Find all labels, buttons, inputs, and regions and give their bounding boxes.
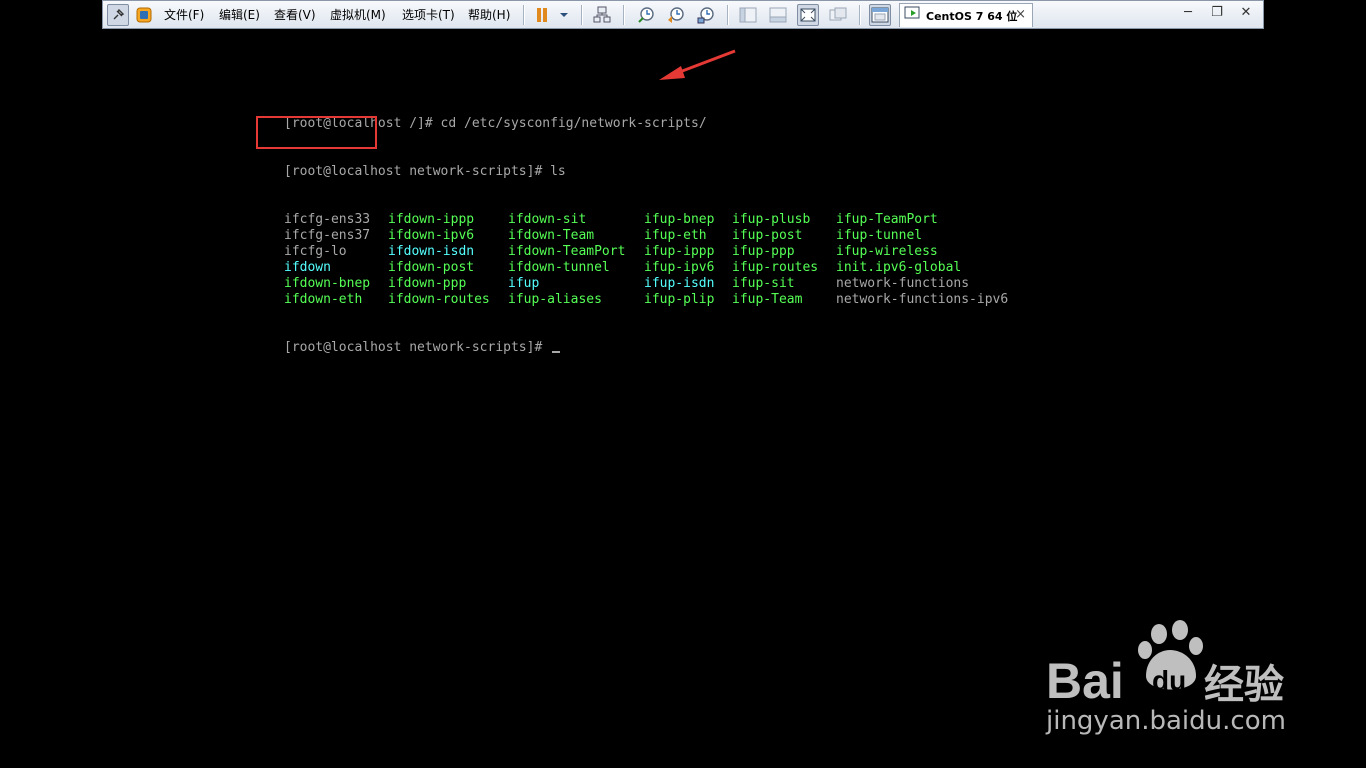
window-minimize-icon[interactable]: ─ <box>1179 5 1197 20</box>
vm-tab-label: CentOS 7 64 位 <box>926 9 1018 23</box>
watermark-du: du <box>1152 665 1186 696</box>
annotation-arrow-icon <box>655 48 739 88</box>
dropdown-arrow-icon[interactable] <box>553 4 575 26</box>
terminal-prompt: [root@localhost network-scripts]# <box>284 340 551 355</box>
vm-running-icon <box>904 6 922 26</box>
ls-entry: ifup-eth <box>644 228 707 243</box>
ls-row: ifcfg-ens37 ifdown-ipv6 ifdown-Team ifup-et… <box>284 228 922 244</box>
terminal-cursor <box>552 351 561 353</box>
ls-entry: ifup-post <box>732 228 803 243</box>
ls-row: ifdown-eth ifdown-routes ifup-aliases ifup-… <box>284 292 1008 308</box>
watermark-jingyan: 经验 <box>1204 662 1284 706</box>
toolbar-separator <box>523 5 525 25</box>
ls-entry: ifup-TeamPort <box>836 212 938 227</box>
menu-help[interactable]: 帮助(H) <box>468 6 510 23</box>
snapshot-icon[interactable] <box>635 4 657 26</box>
fullscreen-icon[interactable] <box>797 4 819 26</box>
ls-entry: ifdown-post <box>388 260 475 275</box>
menu-file[interactable]: 文件(F) <box>164 6 204 23</box>
ls-entry: ifup-plip <box>644 292 715 307</box>
ls-entry: ifup-Team <box>732 292 803 307</box>
ls-row: ifdown-bnep ifdown-ppp ifup ifup-isdn ifup-s… <box>284 276 969 292</box>
watermark-bai: Bai <box>1046 653 1124 706</box>
ls-entry: ifcfg-ens37 <box>284 228 371 243</box>
window-close-icon[interactable]: ✕ <box>1237 5 1255 20</box>
ls-entry: ifdown-routes <box>388 292 490 307</box>
ls-entry: ifdown-ipv6 <box>388 228 475 243</box>
ls-entry: ifdown-eth <box>284 292 363 307</box>
ls-row: ifdown ifdown-post ifdown-tunnel ifup-ipv6 i… <box>284 260 961 276</box>
ls-row: ifcfg-lo ifdown-isdn ifdown-TeamPort ifup-i… <box>284 244 938 260</box>
terminal-prompt-line: [root@localhost network-scripts]# <box>284 340 707 356</box>
tab-close-icon[interactable]: × <box>1015 7 1026 22</box>
thumbnail-view-icon[interactable] <box>869 4 891 26</box>
ls-entry: ifdown <box>284 260 331 275</box>
menu-view[interactable]: 查看(V) <box>274 6 316 23</box>
menu-tabs[interactable]: 选项卡(T) <box>402 6 455 23</box>
ls-entry: ifdown-Team <box>508 228 595 243</box>
snapshot-manager-icon[interactable] <box>695 4 717 26</box>
ls-entry: ifdown-sit <box>508 212 587 227</box>
ls-entry: ifdown-bnep <box>284 276 371 291</box>
toolbar-separator <box>581 5 583 25</box>
ls-entry: ifup-ipv6 <box>644 260 715 275</box>
ls-entry: ifup-ppp <box>732 244 795 259</box>
ls-entry: ifdown-ppp <box>388 276 467 291</box>
toolbar-separator <box>727 5 729 25</box>
ls-row: ifcfg-ens33 ifdown-ippp ifdown-sit ifup-bne… <box>284 212 938 228</box>
ls-output: ifcfg-ens33 ifdown-ippp ifdown-sit ifup-bne… <box>284 212 1008 308</box>
ls-entry: ifup-wireless <box>836 244 938 259</box>
ls-entry: ifup-routes <box>732 260 819 275</box>
pin-icon[interactable] <box>107 4 129 26</box>
ls-entry: ifup-isdn <box>644 276 715 291</box>
ls-entry: ifup-aliases <box>508 292 602 307</box>
ls-entry: ifup <box>508 276 540 291</box>
menu-edit[interactable]: 编辑(E) <box>219 6 260 23</box>
toolbar-separator <box>859 5 861 25</box>
baidu-jingyan-watermark: Bai du 经验 <box>1046 620 1296 710</box>
vmware-toolbar: 文件(F) 编辑(E) 查看(V) 虚拟机(M) 选项卡(T) 帮助(H) Ce… <box>102 0 1264 29</box>
ls-entry: ifup-bnep <box>644 212 715 227</box>
vmware-home-icon[interactable] <box>133 4 155 26</box>
ls-entry: network-functions <box>836 276 970 291</box>
ls-entry: ifdown-TeamPort <box>508 244 626 259</box>
terminal-line: [root@localhost network-scripts]# ls <box>284 164 566 179</box>
ls-entry: ifup-sit <box>732 276 795 291</box>
ls-entry: ifdown-ippp <box>388 212 475 227</box>
ls-entry: ifdown-isdn <box>388 244 475 259</box>
ls-entry: ifcfg-ens33 <box>284 212 371 227</box>
pause-icon[interactable] <box>531 4 553 26</box>
ls-entry: ifdown-tunnel <box>508 260 610 275</box>
highlight-box <box>256 116 377 149</box>
ls-entry: ifup-plusb <box>732 212 811 227</box>
toolbar-separator <box>623 5 625 25</box>
ls-entry: network-functions-ipv6 <box>836 292 1009 307</box>
window-restore-icon[interactable]: ❐ <box>1208 5 1226 20</box>
unity-icon[interactable] <box>827 4 849 26</box>
network-icon[interactable] <box>591 4 613 26</box>
vm-tab[interactable]: CentOS 7 64 位 × <box>899 3 1033 27</box>
watermark-url: jingyan.baidu.com <box>1046 706 1286 736</box>
ls-entry: ifcfg-lo <box>284 244 347 259</box>
console-view-icon[interactable] <box>767 4 789 26</box>
revert-snapshot-icon[interactable] <box>665 4 687 26</box>
menu-vm[interactable]: 虚拟机(M) <box>330 6 386 23</box>
ls-entry: init.ipv6-global <box>836 260 962 275</box>
sidebar-view-icon[interactable] <box>737 4 759 26</box>
ls-entry: ifup-ippp <box>644 244 715 259</box>
ls-entry: ifup-tunnel <box>836 228 923 243</box>
